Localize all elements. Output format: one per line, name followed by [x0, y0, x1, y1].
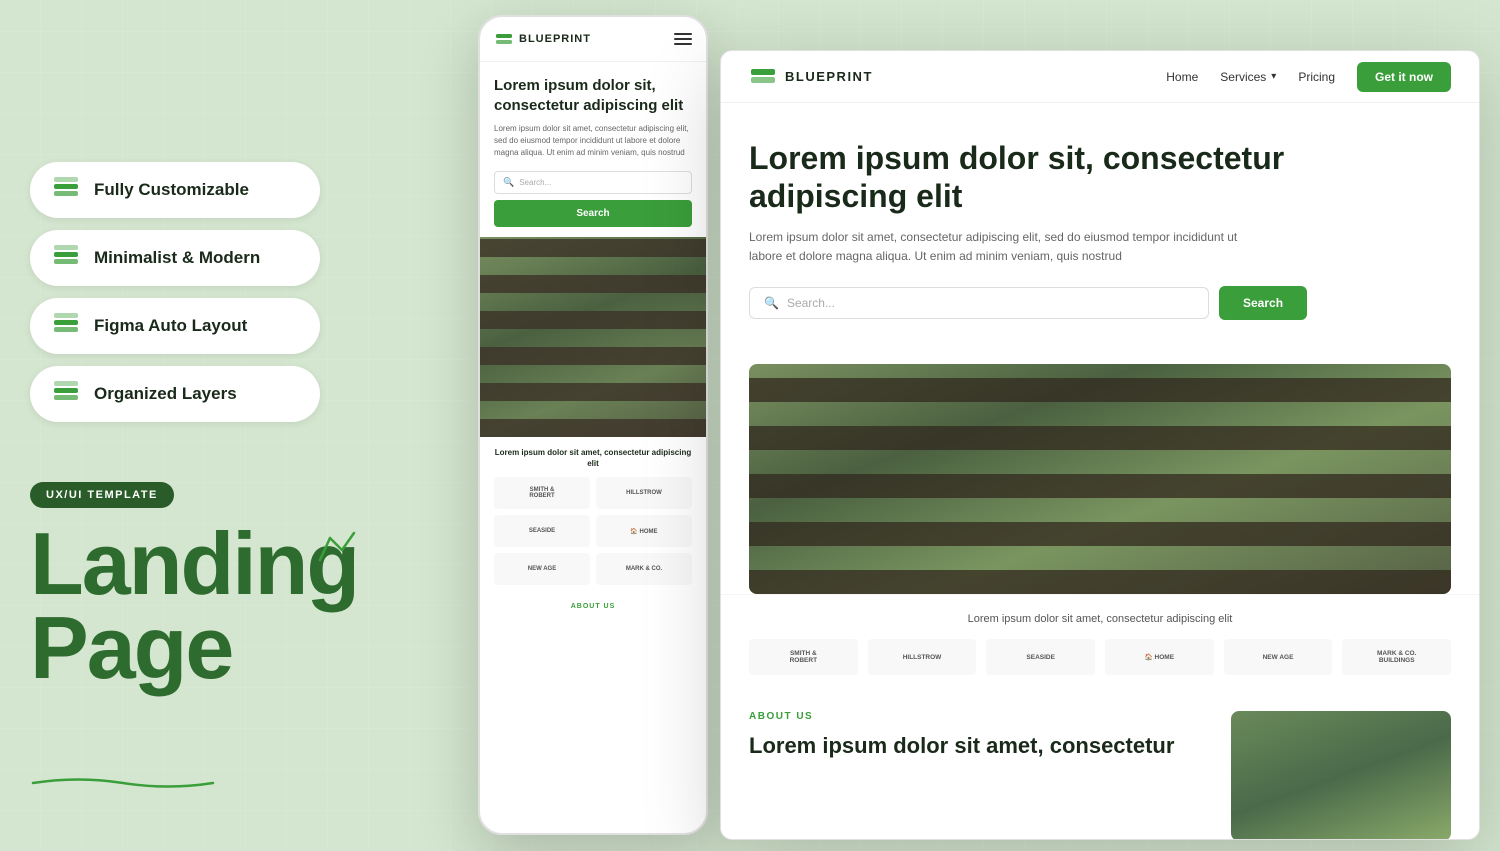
layers-icon-2	[52, 244, 80, 272]
desktop-building-image	[749, 364, 1451, 594]
mobile-hero-title: Lorem ipsum dolor sit, consectetur adipi…	[494, 76, 692, 115]
desktop-about-text: ABOUT US Lorem ipsum dolor sit amet, con…	[749, 711, 1211, 761]
mobile-brand-name: BLUEPRINT	[519, 33, 591, 45]
layers-icon-1	[52, 176, 80, 204]
landing-page-title: Landing Page	[30, 522, 430, 689]
desktop-logos-row: SMITH &ROBERT HILLSTROW SEASIDE 🏠 HOME N…	[749, 639, 1451, 675]
desktop-hero: Lorem ipsum dolor sit, consectetur adipi…	[721, 103, 1479, 364]
logo-hillstrow: HILLSTROW	[868, 639, 977, 675]
desktop-search-box[interactable]: 🔍 Search...	[749, 287, 1209, 319]
feature-label-1: Fully Customizable	[94, 180, 249, 200]
feature-item-figma: Figma Auto Layout	[30, 298, 320, 354]
desktop-brand-icon	[749, 63, 777, 91]
underline-decoration	[28, 773, 218, 791]
desktop-hero-body: Lorem ipsum dolor sit amet, consectetur …	[749, 228, 1249, 266]
mobile-logo-mark: MARK & CO.	[596, 553, 692, 585]
mobile-search-placeholder: Search...	[519, 178, 551, 187]
mobile-logo-hillstrow: HILLSTROW	[596, 477, 692, 509]
desktop-search-icon: 🔍	[764, 296, 779, 310]
desktop-search-placeholder: Search...	[787, 296, 835, 310]
chevron-down-icon: ▾	[1271, 71, 1276, 82]
mobile-mockup: BLUEPRINT Lorem ipsum dolor sit, consect…	[478, 15, 708, 835]
desktop-logo: BLUEPRINT	[749, 63, 873, 91]
ux-ui-badge: UX/UI TEMPLATE	[30, 482, 174, 508]
logo-mark: MARK & CO.BUILDINGS	[1342, 639, 1451, 675]
mobile-about-label: ABOUT US	[494, 603, 692, 610]
desktop-about-badge: ABOUT US	[749, 711, 1211, 722]
mobile-search-button[interactable]: Search	[494, 200, 692, 227]
mobile-navbar: BLUEPRINT	[480, 17, 706, 62]
mobile-search-box[interactable]: 🔍 Search...	[494, 171, 692, 194]
mobile-building-image	[480, 237, 706, 437]
mobile-logo-newage: NEW AGE	[494, 553, 590, 585]
mobile-about-section: ABOUT US	[480, 595, 706, 618]
mobile-logo: BLUEPRINT	[494, 29, 591, 49]
features-list: Fully Customizable Minimalist & Modern F…	[30, 162, 430, 422]
feature-label-3: Figma Auto Layout	[94, 316, 247, 336]
mobile-logo-smith: SMITH &ROBERT	[494, 477, 590, 509]
logo-seaside: SEASIDE	[986, 639, 1095, 675]
desktop-nav-links: Home Services ▾ Pricing Get it now	[1166, 62, 1451, 92]
feature-item-minimalist: Minimalist & Modern	[30, 230, 320, 286]
desktop-search-button[interactable]: Search	[1219, 286, 1307, 320]
mobile-building-visual	[480, 237, 706, 437]
template-badge-area: UX/UI TEMPLATE Landing Page	[30, 482, 430, 689]
mobile-logo-seaside: SEASIDE	[494, 515, 590, 547]
mobile-partners: Lorem ipsum dolor sit amet, consectetur …	[480, 437, 706, 595]
feature-label-2: Minimalist & Modern	[94, 248, 260, 268]
desktop-mockup: BLUEPRINT Home Services ▾ Pricing Get it…	[720, 50, 1480, 840]
mobile-partners-title: Lorem ipsum dolor sit amet, consectetur …	[494, 447, 692, 469]
nav-pricing[interactable]: Pricing	[1298, 70, 1335, 84]
desktop-partners-title: Lorem ipsum dolor sit amet, consectetur …	[749, 613, 1451, 625]
logo-smith: SMITH &ROBERT	[749, 639, 858, 675]
desktop-hero-title: Lorem ipsum dolor sit, consectetur adipi…	[749, 139, 1309, 216]
mobile-logo-home: 🏠 HOME	[596, 515, 692, 547]
spark-decoration	[310, 528, 362, 570]
nav-services[interactable]: Services ▾	[1220, 70, 1276, 84]
logo-newage: NEW AGE	[1224, 639, 1333, 675]
layers-icon-3	[52, 312, 80, 340]
left-panel: Fully Customizable Minimalist & Modern F…	[0, 0, 460, 851]
desktop-cta-button[interactable]: Get it now	[1357, 62, 1451, 92]
mobile-menu-button[interactable]	[674, 33, 692, 45]
mobile-hero-body: Lorem ipsum dolor sit amet, consectetur …	[494, 123, 692, 159]
mobile-brand-icon	[494, 29, 514, 49]
desktop-brand-name: BLUEPRINT	[785, 69, 873, 84]
desktop-partners: Lorem ipsum dolor sit amet, consectetur …	[721, 594, 1479, 693]
nav-home[interactable]: Home	[1166, 70, 1198, 84]
desktop-about-image	[1231, 711, 1451, 840]
feature-item-layers: Organized Layers	[30, 366, 320, 422]
logo-home: 🏠 HOME	[1105, 639, 1214, 675]
mobile-hero: Lorem ipsum dolor sit, consectetur adipi…	[480, 62, 706, 237]
mobile-logo-grid: SMITH &ROBERT HILLSTROW SEASIDE 🏠 HOME N…	[494, 477, 692, 585]
mobile-search-icon: 🔍	[503, 177, 514, 188]
desktop-search-row: 🔍 Search... Search	[749, 286, 1451, 320]
about-building-visual	[1231, 711, 1451, 840]
layers-icon-4	[52, 380, 80, 408]
desktop-about-title: Lorem ipsum dolor sit amet, consectetur	[749, 732, 1211, 761]
desktop-building-visual	[749, 364, 1451, 594]
desktop-about-section: ABOUT US Lorem ipsum dolor sit amet, con…	[721, 693, 1479, 840]
desktop-navbar: BLUEPRINT Home Services ▾ Pricing Get it…	[721, 51, 1479, 103]
feature-label-4: Organized Layers	[94, 384, 237, 404]
feature-item-customizable: Fully Customizable	[30, 162, 320, 218]
